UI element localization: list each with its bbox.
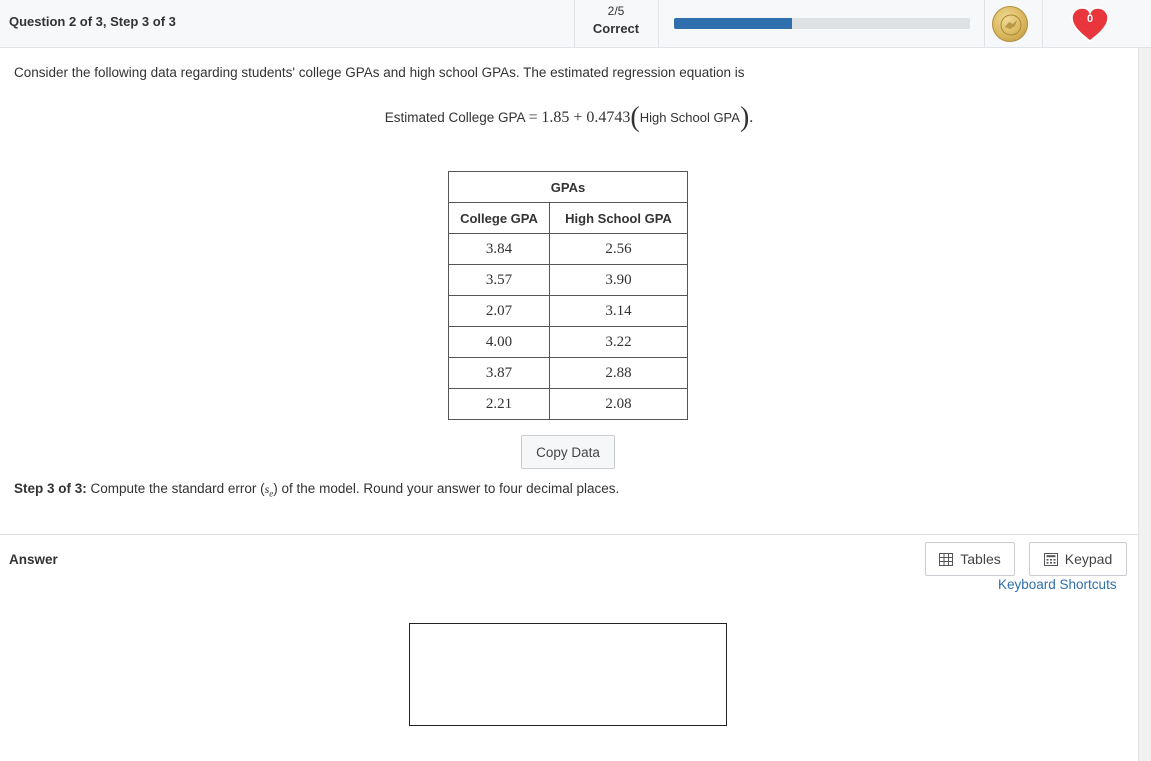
coin-icon[interactable] xyxy=(992,6,1028,42)
copy-data-button[interactable]: Copy Data xyxy=(521,435,615,469)
table-cell: 2.08 xyxy=(548,388,689,420)
divider xyxy=(1042,0,1043,48)
table-cell: 3.14 xyxy=(548,295,689,327)
table-row: 2.21 2.08 xyxy=(448,388,689,420)
table-cell: 2.88 xyxy=(548,357,689,389)
hearts-count: 0 xyxy=(1086,13,1094,25)
column-header: College GPA xyxy=(448,202,550,234)
table-row: 2.07 3.14 xyxy=(448,295,689,327)
table-cell: 2.07 xyxy=(448,295,550,327)
progress-bar xyxy=(674,18,970,29)
question-label: Question 2 of 3, Step 3 of 3 xyxy=(9,14,176,29)
right-paren: ) xyxy=(739,102,750,133)
equation-rhs: 1.85 + 0.4743 xyxy=(541,109,631,126)
equation-end: . xyxy=(749,109,754,126)
progress-fill xyxy=(674,18,793,29)
step-text-after: ) of the model. Round your answer to fou… xyxy=(273,481,620,496)
table-cell: 3.90 xyxy=(548,264,689,296)
table-cell: 3.57 xyxy=(448,264,550,296)
equation-equals: = xyxy=(528,109,538,126)
left-paren: ( xyxy=(630,102,640,133)
equation-variable: High School GPA xyxy=(639,110,740,125)
table-cell: 2.21 xyxy=(448,388,550,420)
step-instruction: Step 3 of 3: Compute the standard error … xyxy=(14,481,619,498)
keypad-button[interactable]: Keypad xyxy=(1029,542,1127,576)
table-cell: 3.87 xyxy=(448,357,550,389)
tables-button-label: Tables xyxy=(960,551,1001,567)
top-bar: Question 2 of 3, Step 3 of 3 2/5 Correct… xyxy=(0,0,1151,48)
table-row: 3.57 3.90 xyxy=(448,264,689,296)
equation-lhs: Estimated College GPA xyxy=(384,110,525,125)
answer-input[interactable] xyxy=(409,623,727,726)
scrollbar[interactable] xyxy=(1138,48,1151,761)
keypad-button-label: Keypad xyxy=(1064,551,1113,567)
tables-button[interactable]: Tables xyxy=(925,542,1015,576)
gpa-table: GPAs College GPA High School GPA 3.84 2.… xyxy=(448,171,689,420)
table-icon xyxy=(939,552,954,566)
regression-equation: Estimated College GPA = 1.85 + 0.4743(Hi… xyxy=(0,102,1138,134)
table-cell: 3.22 xyxy=(548,326,689,358)
table-cell: 3.84 xyxy=(448,233,550,265)
table-row: 4.00 3.22 xyxy=(448,326,689,358)
step-text-before: Compute the standard error ( xyxy=(90,481,265,496)
heart-icon[interactable]: 0 xyxy=(1068,4,1112,44)
progress-fraction: 2/5 xyxy=(607,4,625,18)
answer-divider xyxy=(0,534,1138,535)
step-label: Step 3 of 3 xyxy=(14,481,83,496)
table-title: GPAs xyxy=(448,171,688,203)
table-row: 3.84 2.56 xyxy=(448,233,689,265)
table-cell: 2.56 xyxy=(548,233,689,265)
divider xyxy=(984,0,985,48)
problem-area: Consider the following data regarding st… xyxy=(0,48,1138,535)
divider xyxy=(574,0,575,48)
problem-intro: Consider the following data regarding st… xyxy=(14,65,745,80)
status-label: Correct xyxy=(592,21,640,36)
keypad-icon xyxy=(1043,552,1058,566)
column-header: High School GPA xyxy=(548,202,689,234)
progress-text: 2/5 Correct xyxy=(582,4,650,38)
divider xyxy=(658,0,659,48)
keyboard-shortcuts-link[interactable]: Keyboard Shortcuts xyxy=(998,577,1117,592)
answer-label: Answer xyxy=(9,552,58,567)
standard-error-symbol: se xyxy=(265,482,274,498)
table-row: 3.87 2.88 xyxy=(448,357,689,389)
step-colon: : xyxy=(82,481,87,496)
table-cell: 4.00 xyxy=(448,326,550,358)
